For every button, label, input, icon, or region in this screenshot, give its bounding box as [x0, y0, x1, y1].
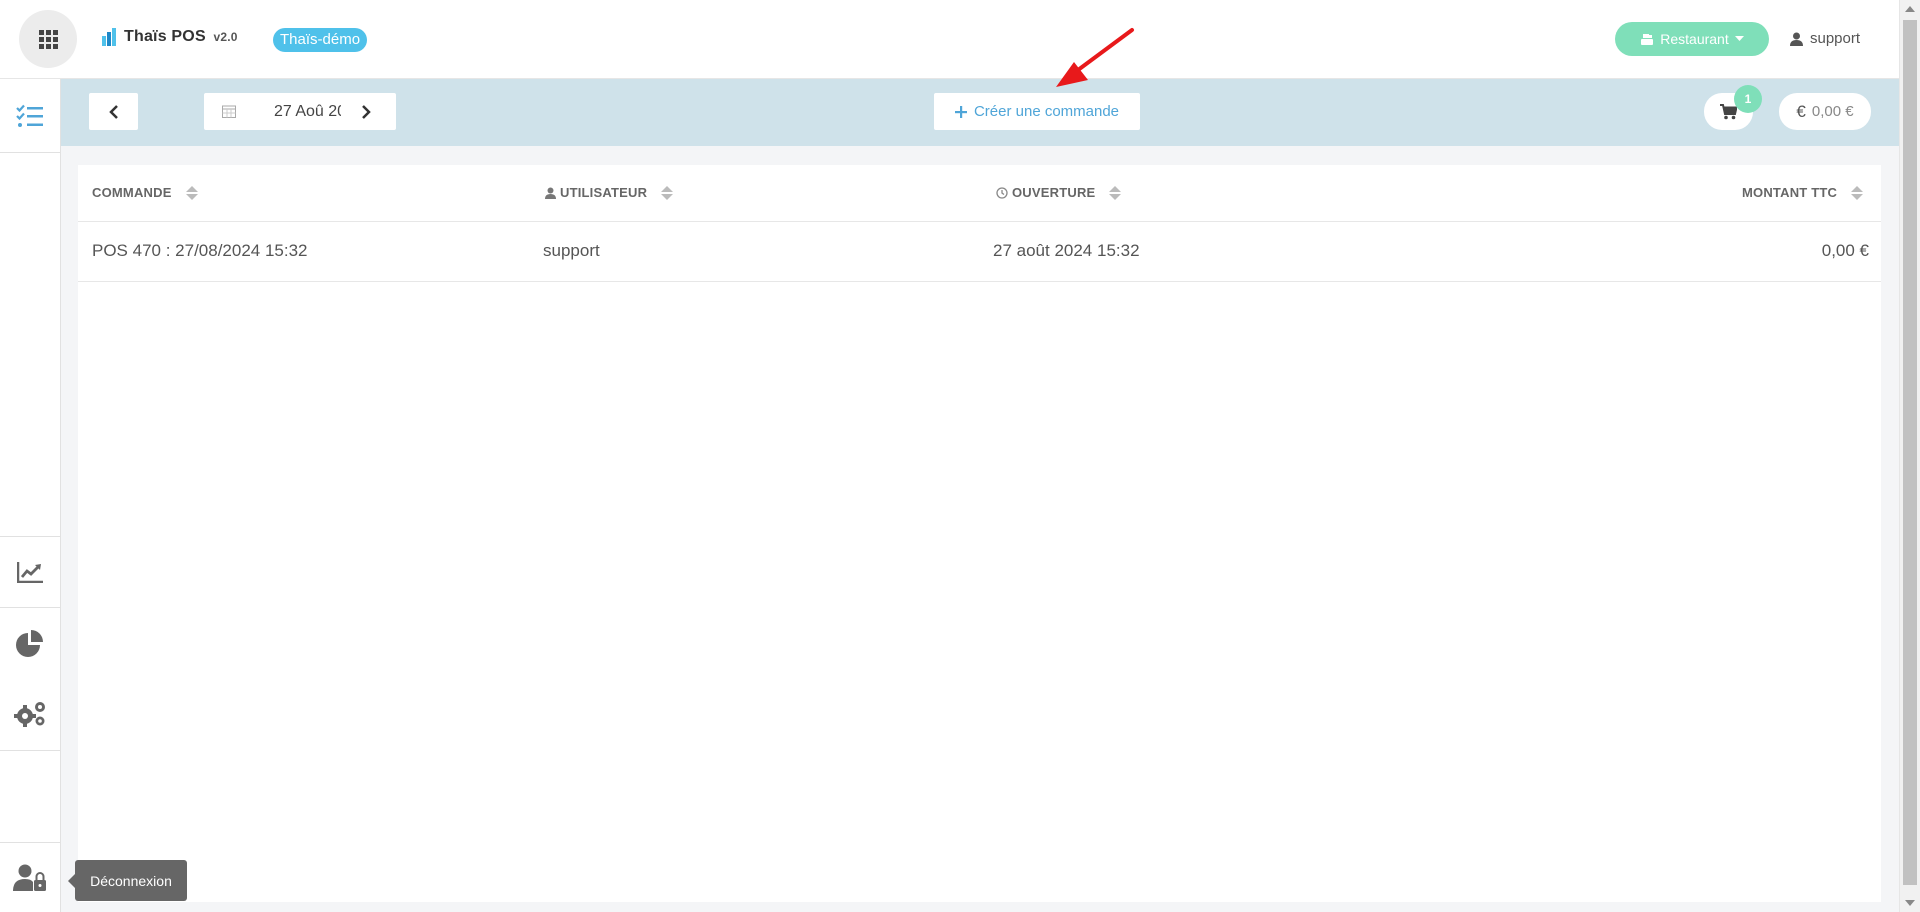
sidebar-item-logout[interactable]	[0, 843, 60, 912]
shopping-cart-icon	[1720, 103, 1737, 119]
clock-icon	[996, 186, 1008, 199]
pie-chart-icon	[16, 629, 43, 657]
column-header-amount[interactable]: MONTANT TTC	[1742, 185, 1864, 200]
create-order-button[interactable]: Créer une commande	[934, 93, 1140, 130]
scrollbar-thumb[interactable]	[1903, 20, 1917, 885]
sidebar-item-statistics[interactable]	[0, 537, 60, 607]
column-header-order[interactable]: COMMANDE	[92, 185, 198, 200]
previous-day-button[interactable]	[89, 93, 138, 130]
chevron-left-icon	[108, 104, 118, 119]
column-header-opening[interactable]: OUVERTURE	[996, 185, 1122, 200]
scroll-down-arrow-icon[interactable]	[1905, 900, 1915, 906]
apps-menu-button[interactable]	[19, 10, 77, 68]
user-lock-icon	[13, 864, 46, 891]
sort-icon	[1851, 185, 1864, 200]
checklist-icon	[16, 104, 43, 127]
cell-order: POS 470 : 27/08/2024 15:32	[92, 241, 308, 260]
left-sidebar	[0, 79, 61, 912]
cell-amount: 0,00 €	[1821, 241, 1869, 260]
user-icon	[1790, 32, 1803, 46]
toolbar: 27 Aoû 2024 Créer une commande 1 € 0,00 …	[61, 79, 1899, 146]
environment-badge[interactable]: Thaïs-démo	[273, 28, 368, 52]
grid-icon	[38, 29, 58, 49]
total-amount-button[interactable]: € 0,00 €	[1779, 93, 1871, 130]
restaurant-label: Restaurant	[1660, 31, 1729, 47]
cell-opening: 27 août 2024 15:32	[993, 241, 1140, 260]
brand: Thaïs POS v2.0	[102, 28, 238, 46]
gears-icon	[14, 702, 45, 727]
app-name: Thaïs POS v2.0	[124, 28, 238, 45]
table-row[interactable]: POS 470 : 27/08/2024 15:32 support 27 ao…	[78, 222, 1881, 282]
user-icon	[545, 187, 556, 199]
chart-line-icon	[16, 562, 43, 583]
column-header-user[interactable]: UTILISATEUR	[545, 185, 674, 200]
orders-panel: COMMANDE UTILISATEUR OUVERTURE MONTANT T…	[78, 165, 1881, 902]
app-version: v2.0	[213, 30, 238, 44]
cart-count-badge: 1	[1734, 85, 1762, 113]
cell-user: support	[543, 241, 600, 260]
next-day-button[interactable]	[341, 93, 390, 130]
chevron-right-icon	[361, 104, 371, 119]
caret-down-icon	[1734, 36, 1744, 41]
logout-tooltip: Déconnexion	[68, 860, 187, 901]
sidebar-item-reports[interactable]	[0, 609, 60, 677]
create-order-label: Créer une commande	[973, 103, 1120, 120]
annotation-arrow	[1056, 28, 1134, 87]
sidebar-item-settings[interactable]	[0, 679, 60, 749]
user-name: support	[1810, 30, 1861, 47]
plus-icon	[954, 105, 967, 118]
sort-icon	[661, 185, 674, 200]
sidebar-item-orders[interactable]	[0, 79, 60, 152]
calendar-icon	[222, 105, 236, 118]
table-header: COMMANDE UTILISATEUR OUVERTURE MONTANT T…	[78, 165, 1881, 222]
sort-icon	[185, 185, 198, 200]
brand-logo-icon	[102, 28, 116, 46]
sort-icon	[1109, 185, 1122, 200]
scroll-up-arrow-icon[interactable]	[1905, 6, 1915, 12]
total-amount: 0,00 €	[1811, 103, 1854, 120]
vertical-scrollbar[interactable]	[1899, 0, 1920, 912]
euro-icon: €	[1796, 101, 1806, 121]
user-menu[interactable]: support	[1790, 30, 1860, 47]
cash-register-icon	[1641, 34, 1654, 45]
top-bar: Thaïs POS v2.0 Thaïs-démo Restaurant sup…	[0, 0, 1899, 79]
restaurant-dropdown-button[interactable]: Restaurant	[1615, 22, 1769, 56]
